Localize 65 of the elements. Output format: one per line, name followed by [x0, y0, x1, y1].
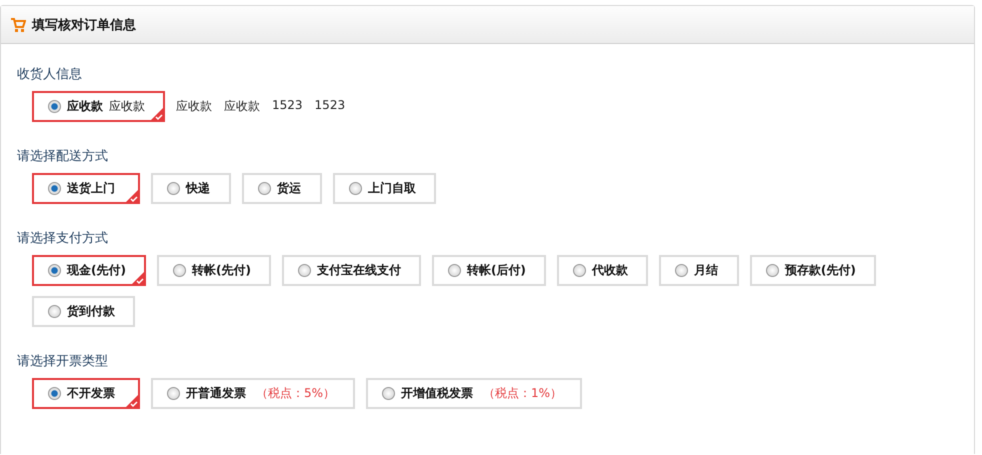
- section-title: 收货人信息: [17, 66, 83, 83]
- selected-check-icon: [150, 107, 164, 121]
- option-sublabel: 应收款: [109, 98, 145, 115]
- option-label: 上门自取: [368, 180, 416, 197]
- option-button[interactable]: 月结: [658, 255, 739, 286]
- selected-check-icon: [130, 271, 145, 285]
- selected-check-icon: [125, 394, 139, 408]
- panel-title: 填写核对订单信息: [32, 16, 136, 34]
- selected-check-icon: [125, 189, 139, 203]
- option-label: 月结: [694, 262, 718, 279]
- option-label: 货到付款: [67, 303, 115, 320]
- option-button[interactable]: 应收款 应收款: [32, 91, 165, 122]
- tax-note: （税点：1%）: [483, 385, 562, 402]
- option-label: 转帐(后付): [466, 262, 526, 279]
- radio-icon: [167, 182, 180, 195]
- tax-note: （税点：5%）: [256, 385, 336, 402]
- radio-icon: [48, 387, 61, 400]
- radio-icon: [48, 100, 61, 113]
- option-button[interactable]: 货运: [242, 173, 322, 204]
- option-button[interactable]: 支付宝在线支付: [282, 255, 421, 286]
- option-button[interactable]: 送货上门: [32, 173, 140, 204]
- receiver-info-text: 1523: [314, 98, 346, 114]
- radio-icon: [48, 305, 61, 318]
- section-title: 请选择开票类型: [17, 353, 109, 370]
- option-label: 现金(先付): [67, 262, 126, 279]
- option-label: 转帐(先付): [192, 262, 251, 279]
- cart-icon: [10, 16, 26, 32]
- receiver-info-text: 应收款: [224, 98, 260, 115]
- radio-icon: [448, 264, 461, 277]
- radio-icon: [298, 264, 311, 277]
- section-title: 请选择支付方式: [17, 230, 109, 247]
- receiver-info-text: 应收款: [176, 98, 212, 115]
- option-label: 应收款: [67, 98, 103, 115]
- radio-icon: [382, 387, 396, 400]
- option-button[interactable]: 现金(先付): [32, 255, 146, 286]
- option-label: 开普通发票: [186, 385, 246, 402]
- radio-icon: [349, 182, 362, 195]
- receiver-info-text: 1523: [272, 98, 303, 114]
- option-button[interactable]: 代收款: [556, 255, 648, 286]
- option-button[interactable]: 不开发票: [32, 378, 140, 409]
- option-button[interactable]: 开增值税发票 （税点：1%）: [366, 378, 582, 409]
- option-button[interactable]: 开普通发票 （税点：5%）: [151, 378, 356, 409]
- option-button[interactable]: 预存款(先付): [750, 255, 876, 286]
- option-button[interactable]: 转帐(先付): [156, 255, 271, 286]
- radio-icon: [258, 182, 271, 195]
- option-button[interactable]: 上门自取: [333, 173, 436, 204]
- option-label: 预存款(先付): [784, 262, 856, 279]
- option-label: 送货上门: [67, 180, 115, 197]
- option-label: 代收款: [592, 262, 628, 279]
- radio-icon: [48, 182, 61, 195]
- option-label: 货运: [277, 180, 301, 197]
- option-button[interactable]: 货到付款: [32, 296, 135, 327]
- radio-icon: [48, 264, 61, 277]
- radio-icon: [766, 264, 779, 277]
- radio-icon: [572, 264, 586, 277]
- option-label: 开增值税发票: [401, 385, 474, 402]
- radio-icon: [674, 264, 688, 277]
- section-title: 请选择配送方式: [17, 148, 109, 165]
- option-label: 快递: [186, 180, 210, 197]
- option-button[interactable]: 转帐(后付): [432, 255, 546, 286]
- option-button[interactable]: 快递: [151, 173, 231, 204]
- radio-icon: [167, 387, 180, 400]
- radio-icon: [172, 264, 186, 277]
- option-label: 支付宝在线支付: [316, 262, 401, 279]
- option-label: 不开发票: [67, 385, 115, 402]
